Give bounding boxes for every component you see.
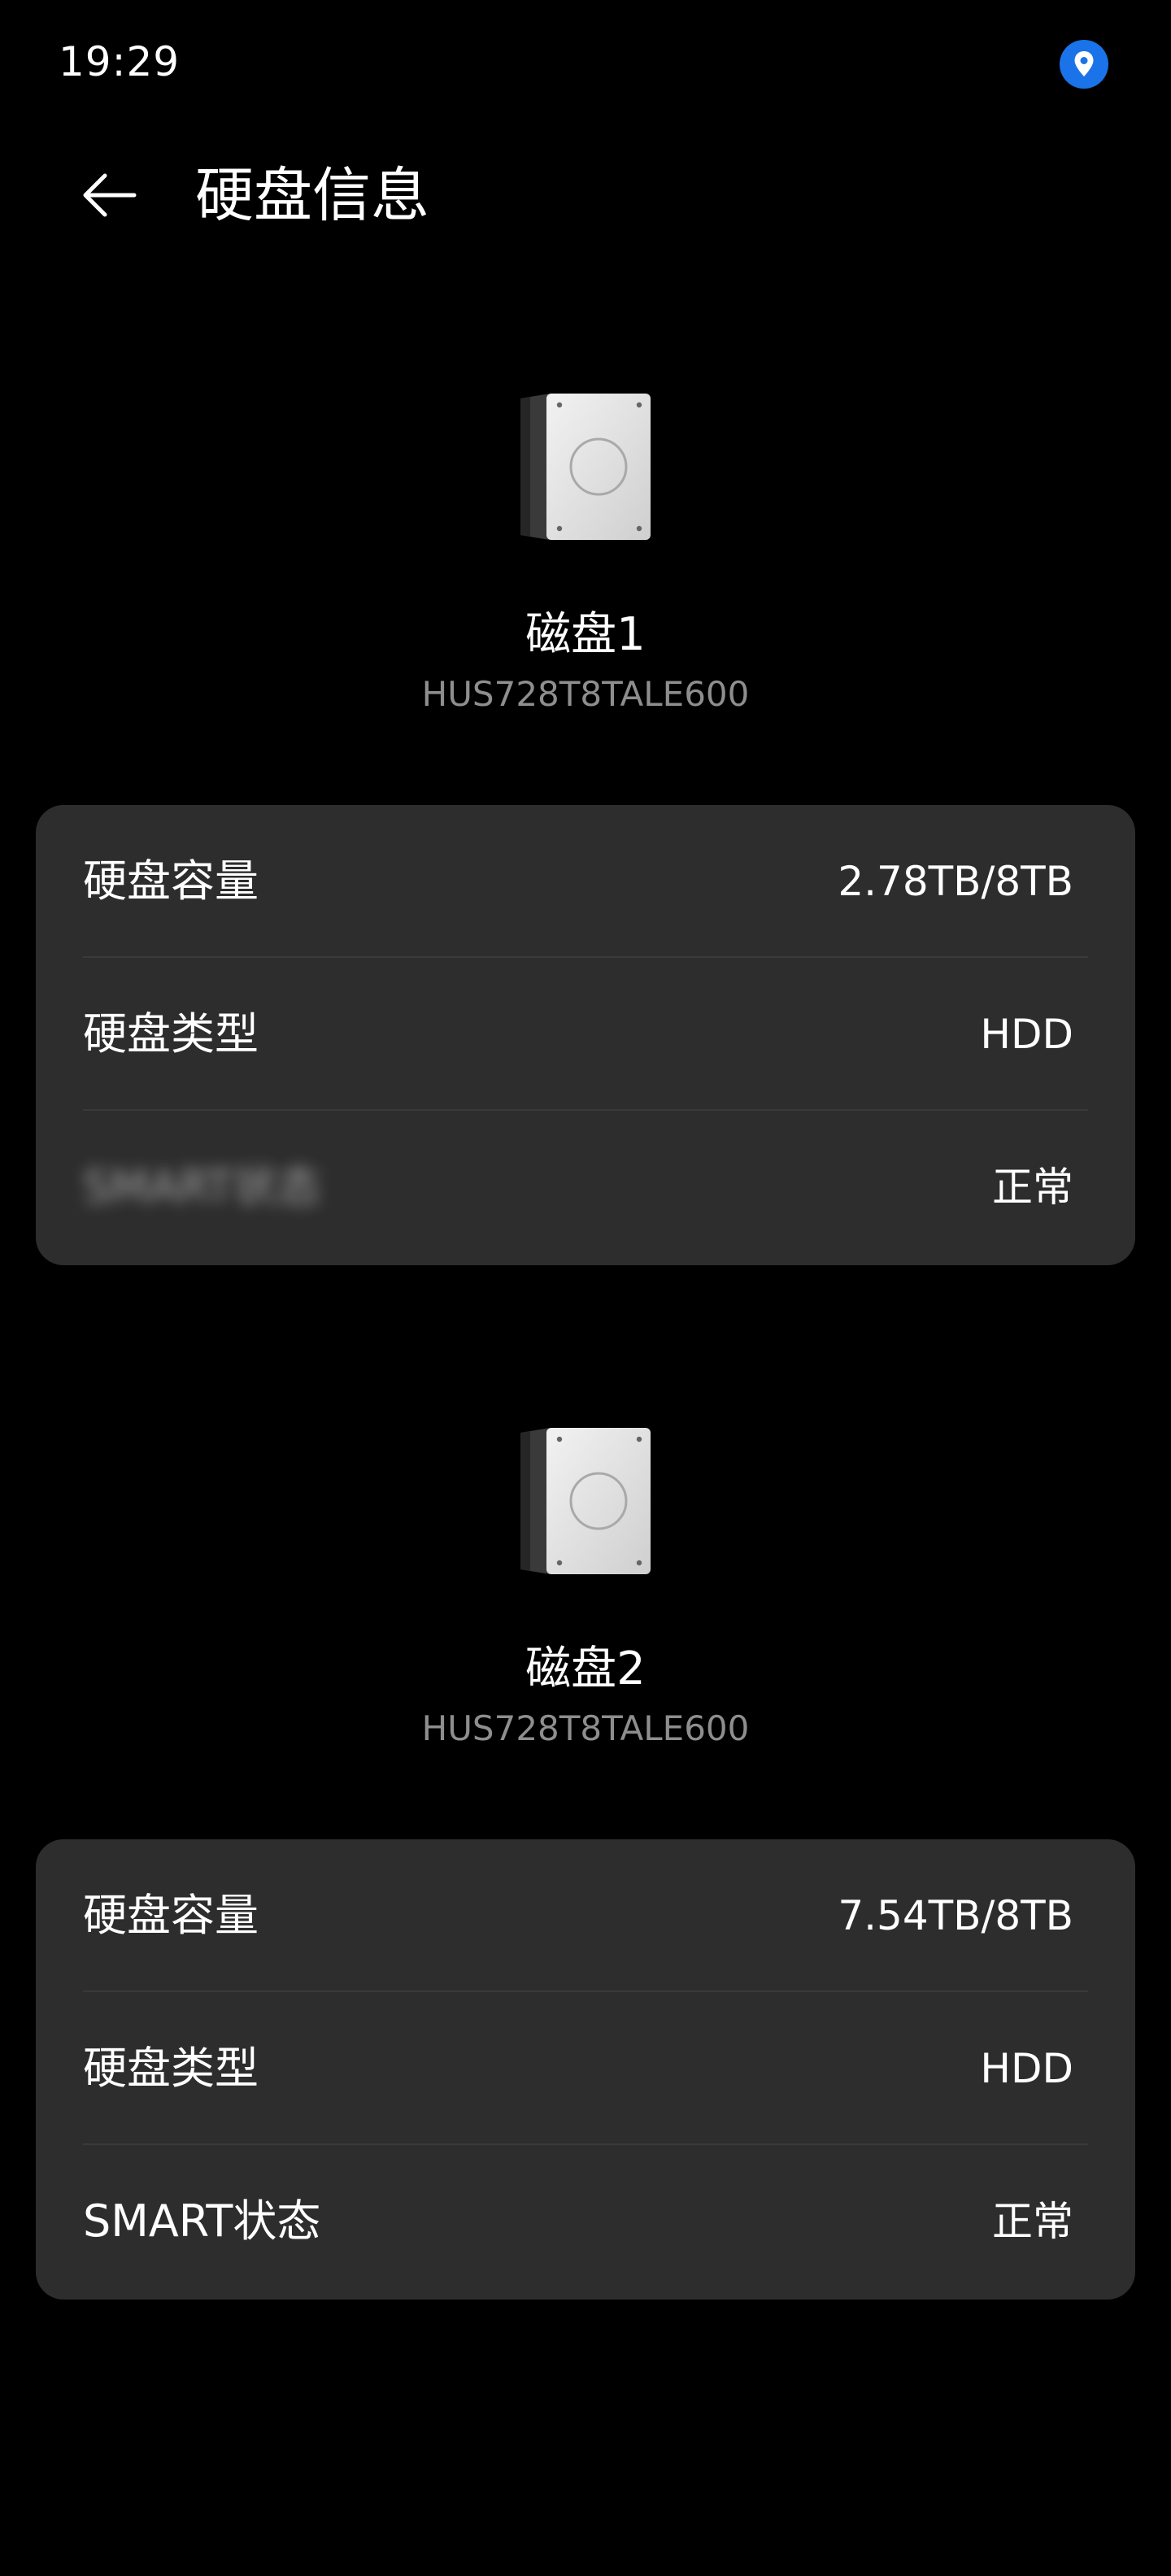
hard-disk-icon (514, 1420, 657, 1579)
info-row-capacity: 硬盘容量 2.78TB/8TB (36, 805, 1135, 958)
hard-disk-icon (514, 385, 657, 545)
info-row-smart: SMART状态 正常 (36, 1111, 1135, 1264)
info-row-type: 硬盘类型 HDD (36, 958, 1135, 1111)
status-time: 19:29 (59, 38, 181, 85)
back-button[interactable] (65, 146, 155, 244)
status-bar: 19:29 (0, 0, 1171, 130)
disk-name: 磁盘2 (525, 1643, 646, 1695)
location-pin-icon (1059, 39, 1109, 89)
disk-info-card: 硬盘容量 7.54TB/8TB 硬盘类型 HDD SMART状态 正常 (36, 1839, 1135, 2300)
page-header: 硬盘信息 (0, 146, 1171, 244)
disk-model: HUS728T8TALE600 (421, 1708, 750, 1748)
row-value: 2.78TB/8TB (838, 858, 1073, 905)
info-row-type: 硬盘类型 HDD (36, 1992, 1135, 2145)
row-value: HDD (980, 1011, 1073, 1058)
row-label: SMART状态 (83, 2195, 321, 2247)
row-label: 硬盘容量 (83, 855, 259, 907)
row-label: 硬盘容量 (83, 1890, 259, 1941)
disk-info-card: 硬盘容量 2.78TB/8TB 硬盘类型 HDD SMART状态 正常 (36, 805, 1135, 1265)
row-value: 正常 (992, 1164, 1073, 1211)
info-row-smart: SMART状态 正常 (36, 2145, 1135, 2298)
row-label: 硬盘类型 (83, 1008, 259, 1060)
info-row-capacity: 硬盘容量 7.54TB/8TB (36, 1839, 1135, 1992)
disk-name: 磁盘1 (525, 608, 646, 661)
row-value: HDD (980, 2045, 1073, 2092)
page-title: 硬盘信息 (195, 161, 430, 229)
row-label: 硬盘类型 (83, 2043, 259, 2094)
row-label: SMART状态 (83, 1161, 321, 1212)
disk-model: HUS728T8TALE600 (421, 674, 750, 714)
arrow-left-icon (83, 173, 137, 217)
row-value: 正常 (992, 2198, 1073, 2245)
row-value: 7.54TB/8TB (838, 1892, 1073, 1939)
